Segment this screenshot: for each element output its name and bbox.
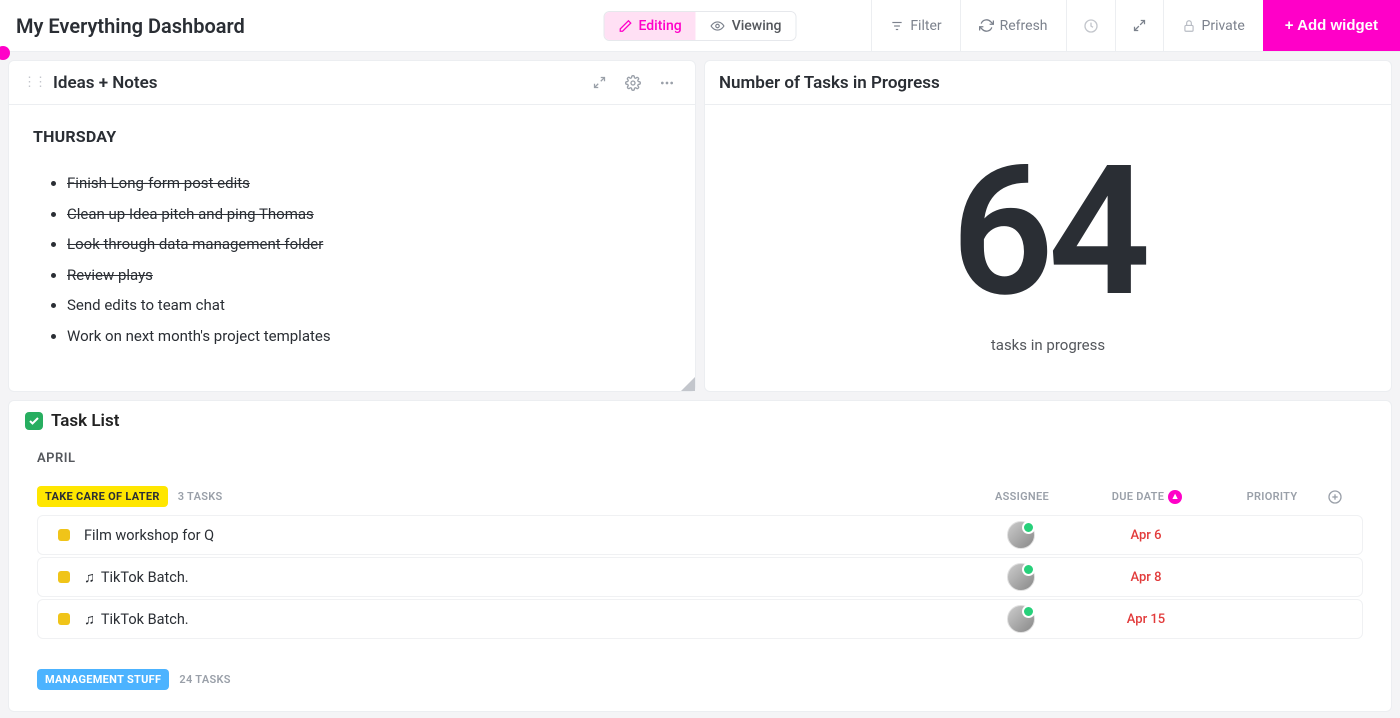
mode-toggle: Editing Viewing bbox=[604, 11, 797, 41]
fullscreen-button[interactable] bbox=[1115, 0, 1163, 51]
eye-icon bbox=[710, 19, 726, 33]
clock-icon bbox=[1083, 18, 1099, 34]
sort-indicator-icon: ▲ bbox=[1168, 490, 1182, 504]
dashboard-title[interactable]: My Everything Dashboard bbox=[16, 14, 245, 38]
avatar[interactable] bbox=[1007, 563, 1035, 591]
add-column-button[interactable] bbox=[1327, 489, 1363, 505]
notes-item[interactable]: Finish Long-form post edits bbox=[67, 168, 671, 199]
task-status-icon[interactable] bbox=[58, 613, 70, 625]
group-chip[interactable]: MANAGEMENT STUFF bbox=[37, 669, 169, 690]
filter-button[interactable]: Filter bbox=[871, 0, 959, 51]
group-chip[interactable]: TAKE CARE OF LATER bbox=[37, 486, 168, 507]
resize-handle-icon[interactable] bbox=[681, 377, 695, 391]
task-group-header[interactable]: TAKE CARE OF LATER 3 TASKS ASSIGNEEDUE DAT… bbox=[37, 486, 1363, 507]
expand-icon bbox=[592, 75, 607, 90]
task-due-date[interactable]: Apr 8 bbox=[1076, 570, 1216, 585]
expand-icon bbox=[1132, 18, 1147, 33]
editing-label: Editing bbox=[639, 18, 682, 34]
col-due-date[interactable]: DUE DATE ▲ bbox=[1077, 490, 1217, 504]
col-assignee[interactable]: ASSIGNEE bbox=[967, 490, 1077, 503]
dashboard-content: ⋮⋮ Ideas + Notes bbox=[0, 52, 1400, 718]
refresh-label: Refresh bbox=[1000, 18, 1048, 34]
task-name[interactable]: Film workshop for Q bbox=[84, 527, 214, 544]
counter-widget: Number of Tasks in Progress 64 tasks in … bbox=[704, 60, 1392, 392]
task-assignee[interactable] bbox=[966, 605, 1076, 633]
task-name[interactable]: ♫TikTok Batch. bbox=[84, 569, 189, 586]
task-status-icon[interactable] bbox=[58, 529, 70, 541]
notes-item[interactable]: Work on next month's project templates bbox=[67, 321, 671, 352]
drag-handle-icon[interactable]: ⋮⋮ bbox=[23, 75, 45, 90]
viewing-mode-button[interactable]: Viewing bbox=[696, 12, 796, 40]
app-header: My Everything Dashboard Editing Viewing … bbox=[0, 0, 1400, 52]
private-label: Private bbox=[1202, 18, 1245, 34]
task-row[interactable]: ♫TikTok Batch. Apr 15 bbox=[37, 599, 1363, 639]
notes-body[interactable]: THURSDAY Finish Long-form post editsClea… bbox=[9, 105, 695, 391]
add-widget-button[interactable]: + Add widget bbox=[1263, 0, 1400, 51]
checkmark-icon bbox=[25, 412, 43, 430]
notes-widget-title: Ideas + Notes bbox=[53, 73, 158, 93]
group-count: 24 TASKS bbox=[179, 673, 230, 686]
task-row[interactable]: Film workshop for Q Apr 6 bbox=[37, 515, 1363, 555]
refresh-icon bbox=[979, 18, 994, 33]
counter-widget-header: Number of Tasks in Progress bbox=[705, 61, 1391, 105]
tasklist-body[interactable]: APRIL TAKE CARE OF LATER 3 TASKS ASSIGNEED… bbox=[9, 441, 1391, 701]
filter-icon bbox=[890, 19, 904, 33]
notes-settings-button[interactable] bbox=[619, 69, 647, 97]
notes-item[interactable]: Look through data management folder bbox=[67, 229, 671, 260]
filter-label: Filter bbox=[910, 18, 941, 34]
task-name[interactable]: ♫TikTok Batch. bbox=[84, 611, 189, 628]
viewing-label: Viewing bbox=[732, 18, 782, 34]
header-actions: Filter Refresh Private + Add widget bbox=[871, 0, 1400, 51]
tasklist-title: Task List bbox=[51, 411, 119, 431]
lock-icon bbox=[1182, 19, 1196, 33]
refresh-button[interactable]: Refresh bbox=[960, 0, 1066, 51]
tasklist-header: Task List bbox=[9, 401, 1391, 441]
music-icon: ♫ bbox=[84, 611, 95, 628]
avatar[interactable] bbox=[1007, 521, 1035, 549]
task-row[interactable]: ♫TikTok Batch. Apr 8 bbox=[37, 557, 1363, 597]
notes-widget-header: ⋮⋮ Ideas + Notes bbox=[9, 61, 695, 105]
notes-list: Finish Long-form post editsClean up Idea… bbox=[33, 168, 671, 351]
editing-mode-button[interactable]: Editing bbox=[605, 12, 696, 40]
notes-item[interactable]: Clean up Idea pitch and ping Thomas bbox=[67, 199, 671, 230]
notes-widget: ⋮⋮ Ideas + Notes bbox=[8, 60, 696, 392]
group-count: 3 TASKS bbox=[178, 490, 223, 503]
ellipsis-icon bbox=[658, 75, 676, 91]
counter-body: 64 tasks in progress bbox=[705, 105, 1391, 391]
notes-day-heading: THURSDAY bbox=[33, 127, 671, 146]
notes-more-button[interactable] bbox=[653, 69, 681, 97]
task-status-icon[interactable] bbox=[58, 571, 70, 583]
music-icon: ♫ bbox=[84, 569, 95, 586]
notes-item[interactable]: Send edits to team chat bbox=[67, 290, 671, 321]
counter-label: tasks in progress bbox=[991, 336, 1105, 354]
task-due-date[interactable]: Apr 6 bbox=[1076, 528, 1216, 543]
tasklist-widget: Task List APRIL TAKE CARE OF LATER 3 TASK… bbox=[8, 400, 1392, 712]
task-assignee[interactable] bbox=[966, 521, 1076, 549]
col-priority[interactable]: PRIORITY bbox=[1217, 490, 1327, 503]
autorefresh-button[interactable] bbox=[1066, 0, 1115, 51]
tasklist-month: APRIL bbox=[37, 451, 1363, 466]
gear-icon bbox=[625, 75, 641, 91]
notes-item[interactable]: Review plays bbox=[67, 260, 671, 291]
task-due-date[interactable]: Apr 15 bbox=[1076, 612, 1216, 627]
private-button[interactable]: Private bbox=[1163, 0, 1263, 51]
notes-expand-button[interactable] bbox=[585, 69, 613, 97]
counter-widget-title: Number of Tasks in Progress bbox=[719, 73, 940, 93]
avatar[interactable] bbox=[1007, 605, 1035, 633]
task-group-header[interactable]: MANAGEMENT STUFF 24 TASKS bbox=[37, 669, 1363, 690]
pencil-icon bbox=[619, 19, 633, 33]
task-assignee[interactable] bbox=[966, 563, 1076, 591]
counter-value: 64 bbox=[951, 142, 1145, 322]
